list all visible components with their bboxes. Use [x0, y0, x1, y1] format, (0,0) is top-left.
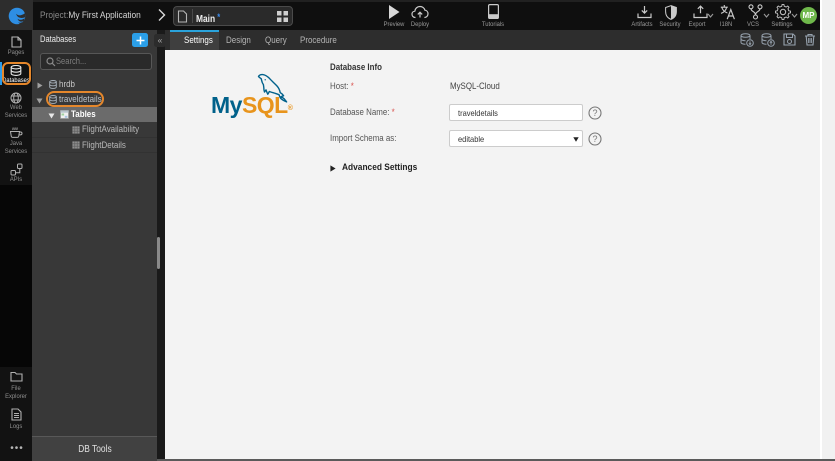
svg-text:?: ? — [592, 108, 597, 118]
svg-text:?: ? — [592, 134, 597, 144]
